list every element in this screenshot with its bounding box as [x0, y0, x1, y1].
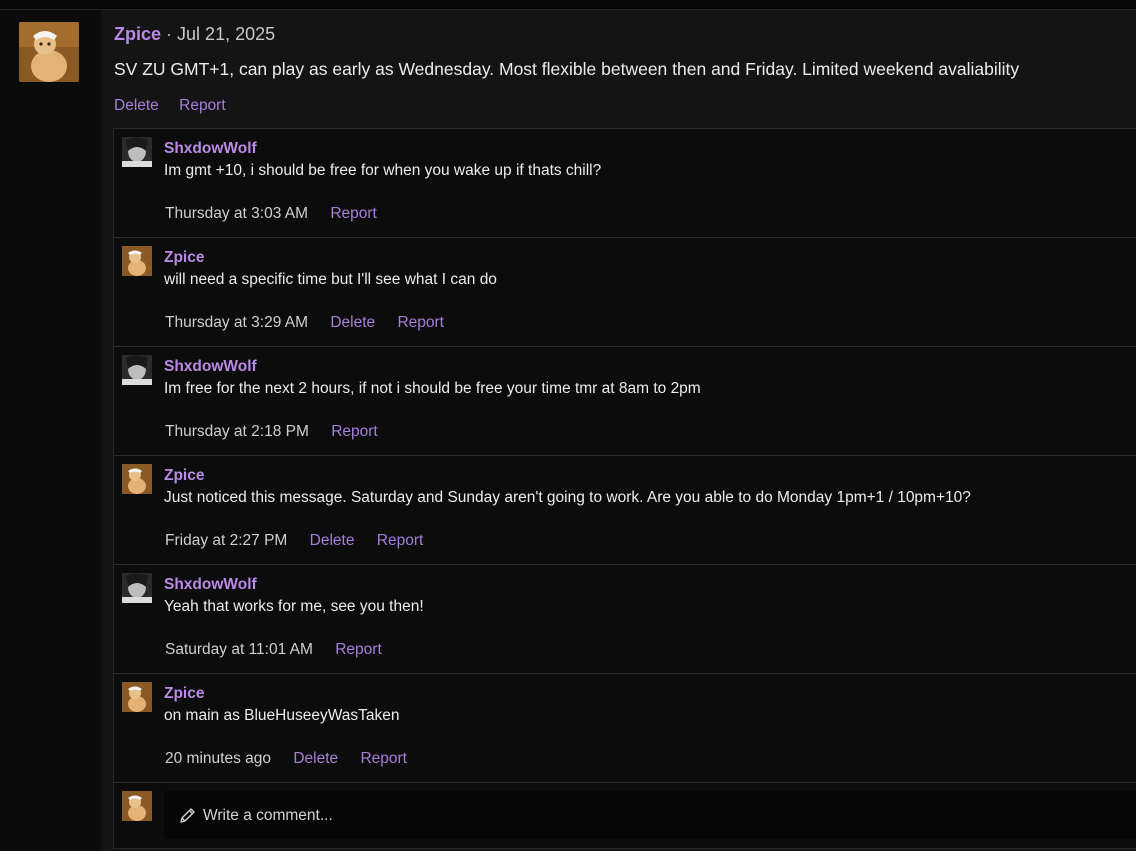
comment-report-link[interactable]: Report: [377, 532, 424, 549]
comment-author[interactable]: ShxdowWolf: [164, 576, 257, 594]
comment-meta: Thursday at 2:18 PM Report: [165, 423, 396, 441]
comment-text: Im gmt +10, i should be free for when yo…: [164, 162, 602, 179]
comment-thread: ShxdowWolf Im gmt +10, i should be free …: [113, 128, 1136, 849]
comment-delete-link[interactable]: Delete: [330, 314, 375, 331]
post-body: SV ZU GMT+1, can play as early as Wednes…: [114, 59, 1020, 79]
comment-meta: Friday at 2:27 PM Delete Report: [165, 532, 441, 550]
commenter-avatar[interactable]: [122, 355, 152, 385]
comment-text: Im free for the next 2 hours, if not i s…: [164, 380, 701, 397]
commenter-avatar[interactable]: [122, 246, 152, 276]
comment-text: on main as BlueHuseeyWasTaken: [164, 707, 400, 724]
reply-row: Write a comment...: [114, 783, 1136, 849]
comment-timestamp[interactable]: Thursday at 3:29 AM: [165, 314, 308, 331]
comment-item: ShxdowWolf Im free for the next 2 hours,…: [114, 347, 1136, 456]
comment-timestamp[interactable]: Thursday at 2:18 PM: [165, 423, 309, 440]
comment-item: ShxdowWolf Im gmt +10, i should be free …: [114, 129, 1136, 238]
post-author-avatar[interactable]: [19, 22, 79, 82]
comment-timestamp[interactable]: 20 minutes ago: [165, 750, 271, 767]
comment-text: Just noticed this message. Saturday and …: [164, 489, 971, 506]
comment-timestamp[interactable]: Saturday at 11:01 AM: [165, 641, 313, 658]
post-date[interactable]: Jul 21, 2025: [177, 24, 275, 44]
comment-delete-link[interactable]: Delete: [293, 750, 338, 767]
comment-meta: 20 minutes ago Delete Report: [165, 750, 425, 768]
write-comment-input[interactable]: Write a comment...: [164, 791, 1136, 839]
comment-author[interactable]: ShxdowWolf: [164, 358, 257, 376]
comment-timestamp[interactable]: Friday at 2:27 PM: [165, 532, 287, 549]
comment-meta: Saturday at 11:01 AM Report: [165, 641, 400, 659]
comment-item: Zpice will need a specific time but I'll…: [114, 238, 1136, 347]
post-author-name[interactable]: Zpice: [114, 24, 161, 44]
comment-text: Yeah that works for me, see you then!: [164, 598, 424, 615]
comment-report-link[interactable]: Report: [331, 423, 378, 440]
commenter-avatar[interactable]: [122, 573, 152, 603]
comment-item: ShxdowWolf Yeah that works for me, see y…: [114, 565, 1136, 674]
post-header: Zpice · Jul 21, 2025: [114, 24, 275, 45]
comment-timestamp[interactable]: Thursday at 3:03 AM: [165, 205, 308, 222]
comment-author[interactable]: Zpice: [164, 685, 204, 703]
comment-author[interactable]: Zpice: [164, 467, 204, 485]
comment-author[interactable]: ShxdowWolf: [164, 140, 257, 158]
comment-report-link[interactable]: Report: [397, 314, 444, 331]
comment-meta: Thursday at 3:03 AM Report: [165, 205, 395, 223]
comment-delete-link[interactable]: Delete: [310, 532, 355, 549]
comment-report-link[interactable]: Report: [360, 750, 407, 767]
comment-meta: Thursday at 3:29 AM Delete Report: [165, 314, 462, 332]
comment-item: Zpice on main as BlueHuseeyWasTaken 20 m…: [114, 674, 1136, 783]
pencil-icon: [179, 807, 196, 824]
left-gutter: [0, 10, 101, 851]
write-comment-placeholder: Write a comment...: [203, 807, 333, 824]
commenter-avatar[interactable]: [122, 137, 152, 167]
comment-report-link[interactable]: Report: [335, 641, 382, 658]
top-bar: [0, 0, 1136, 10]
commenter-avatar[interactable]: [122, 682, 152, 712]
post-report-link[interactable]: Report: [179, 97, 226, 114]
current-user-avatar[interactable]: [122, 791, 152, 821]
comment-text: will need a specific time but I'll see w…: [164, 271, 497, 288]
comment-author[interactable]: Zpice: [164, 249, 204, 267]
post-actions: Delete Report: [114, 97, 242, 115]
commenter-avatar[interactable]: [122, 464, 152, 494]
post-delete-link[interactable]: Delete: [114, 97, 159, 114]
post-header-separator: ·: [166, 24, 173, 44]
comment-item: Zpice Just noticed this message. Saturda…: [114, 456, 1136, 565]
comment-report-link[interactable]: Report: [330, 205, 377, 222]
